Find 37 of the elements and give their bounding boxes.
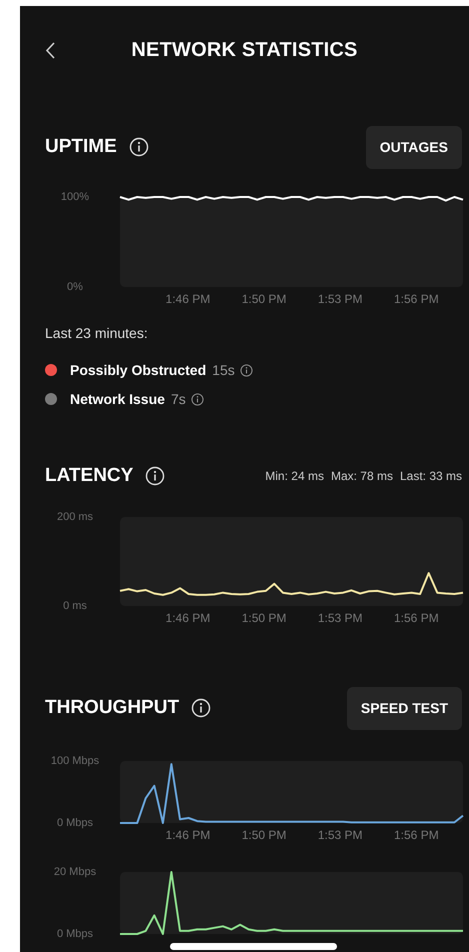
time-label: 1:46 PM [166,292,210,306]
section-title: UPTIME [45,136,117,158]
time-label: 1:50 PM [242,828,286,842]
axis-label: 200 ms [56,511,94,523]
section-title: THROUGHPUT [45,697,180,719]
back-icon[interactable] [45,42,55,58]
time-label: 1:53 PM [318,828,363,842]
info-icon[interactable] [190,392,204,406]
legend-label: Possibly Obstructed [70,362,206,378]
time-label: 1:50 PM [242,611,286,625]
time-label: 1:46 PM [166,611,210,625]
stat-text: Last: 33 ms [400,469,462,483]
info-icon[interactable] [240,364,253,376]
stat-text: Min: 24 ms [265,469,324,483]
axis-label: 0% [67,280,83,293]
section-title: LATENCY [45,465,134,487]
screen-title: NETWORK STATISTICS [130,38,359,62]
axis-label: 100 Mbps [50,755,100,767]
caption-text: Last 23 minutes: [45,325,149,341]
axis-label: 0 Mbps [56,816,94,829]
time-label: 1:56 PM [394,611,439,625]
time-label: 1:50 PM [242,292,286,306]
time-label: 1:53 PM [318,292,363,306]
axis-label: 20 Mbps [54,866,96,878]
duration-text: 7s [170,391,186,407]
stat-text: Max: 78 ms [330,469,393,483]
axis-label: 0 Mbps [56,928,94,940]
axis-label: 100% [60,191,90,203]
legend-label: Network Issue [70,391,165,407]
duration-text: 15s [212,362,235,378]
axis-label: 0 ms [63,600,87,612]
speed-test-button[interactable]: SPEED TEST [346,686,462,730]
time-label: 1:46 PM [166,828,210,842]
time-label: 1:56 PM [394,292,439,306]
time-label: 1:56 PM [394,828,439,842]
time-label: 1:53 PM [318,611,363,625]
outages-button[interactable]: OUTAGES [366,126,462,168]
